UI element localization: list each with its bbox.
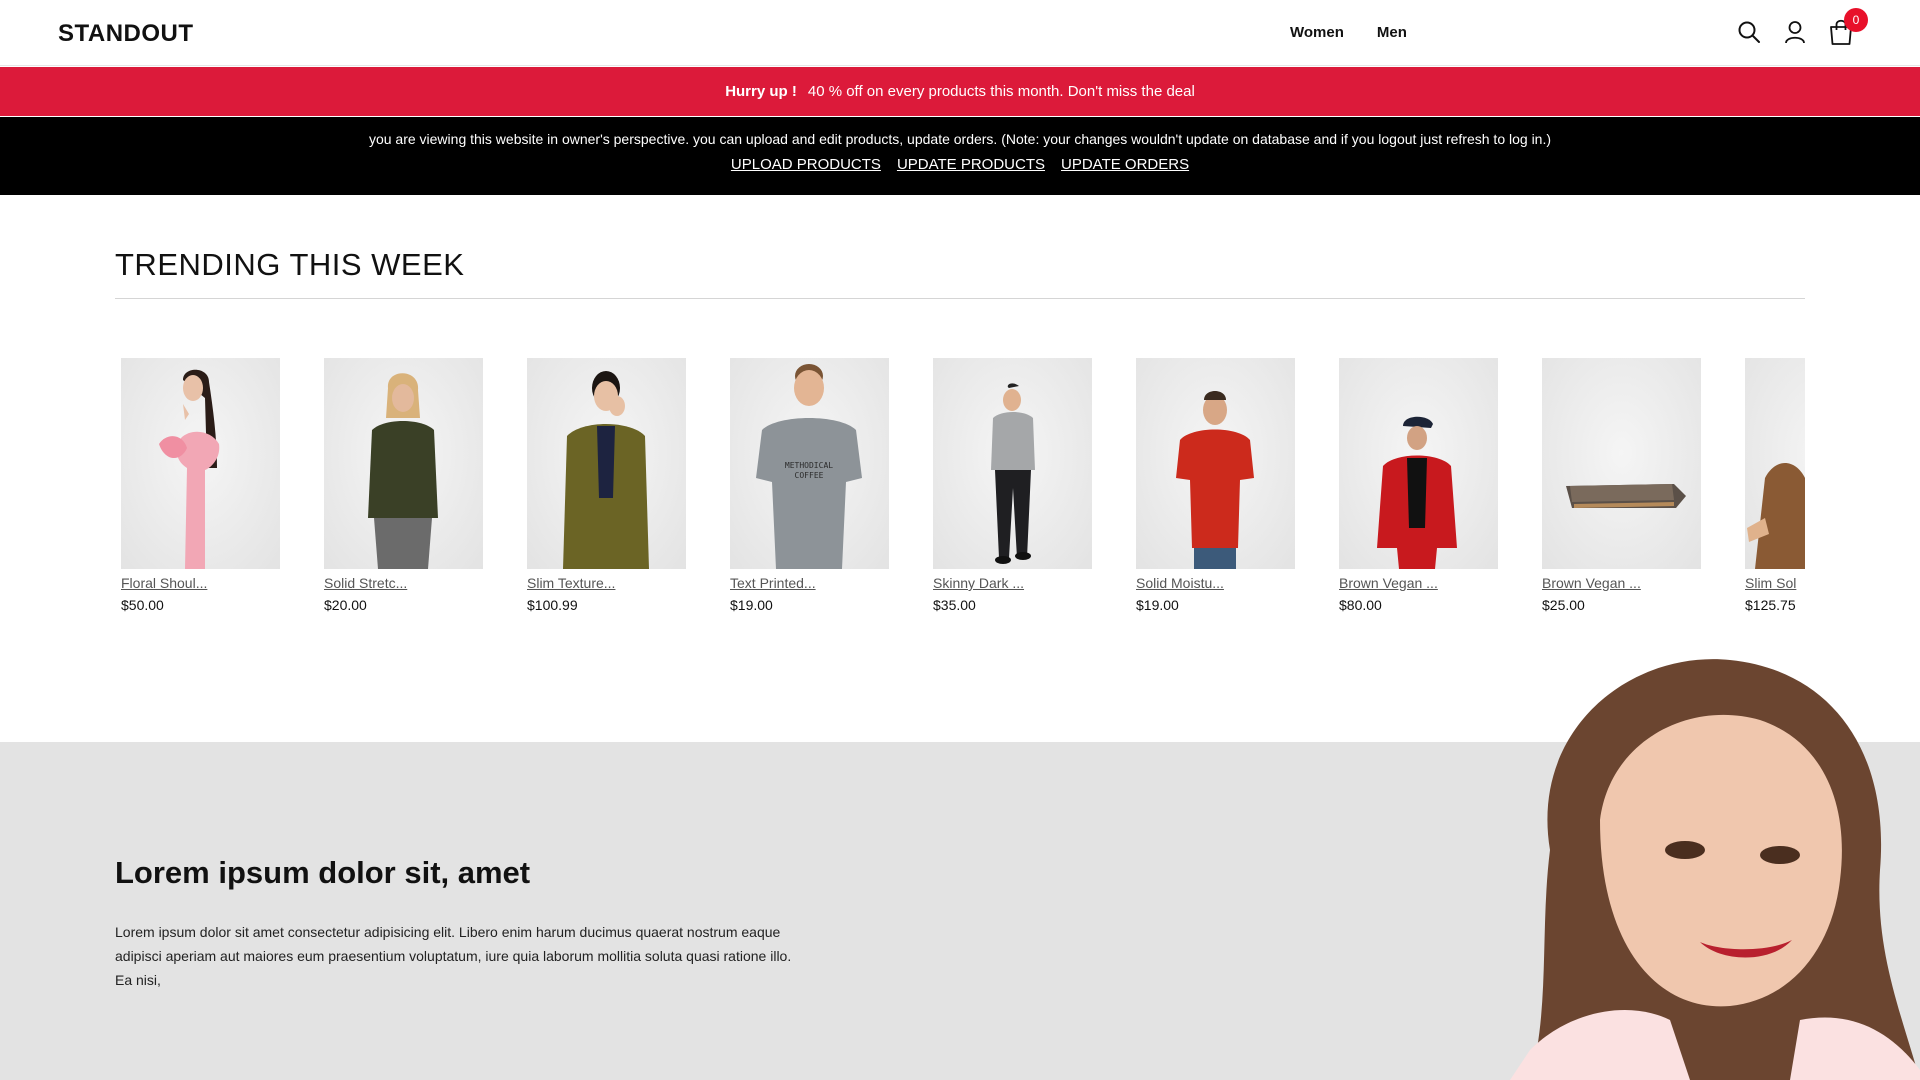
upload-products-link[interactable]: UPLOAD PRODUCTS xyxy=(731,156,881,173)
product-card[interactable]: Slim Sol $125.75 xyxy=(1745,358,1805,613)
product-image[interactable]: METHODICAL COFFEE xyxy=(730,358,889,569)
product-name[interactable]: Skinny Dark ... xyxy=(933,575,1092,591)
product-card[interactable]: Brown Vegan ... $80.00 xyxy=(1339,358,1498,613)
owner-note: you are viewing this website in owner's … xyxy=(368,131,1552,147)
product-name[interactable]: Brown Vegan ... xyxy=(1339,575,1498,591)
hero-text: Lorem ipsum dolor sit amet consectetur a… xyxy=(115,924,792,988)
promo-hurry: Hurry up ! xyxy=(725,83,797,100)
nav-men[interactable]: Men xyxy=(1377,24,1407,41)
product-price: $20.00 xyxy=(324,597,367,613)
product-name[interactable]: Brown Vegan ... xyxy=(1542,575,1701,591)
main-nav: Women Men xyxy=(1290,24,1407,41)
product-image[interactable] xyxy=(121,358,280,569)
product-name[interactable]: Slim Texture... xyxy=(527,575,686,591)
product-name[interactable]: Slim Sol xyxy=(1745,575,1805,591)
product-name[interactable]: Floral Shoul... xyxy=(121,575,280,591)
update-products-link[interactable]: UPDATE PRODUCTS xyxy=(897,156,1045,173)
hero-title: Lorem ipsum dolor sit, amet xyxy=(115,855,531,890)
product-image[interactable] xyxy=(1339,358,1498,569)
product-price: $100.99 xyxy=(527,597,578,613)
user-icon[interactable] xyxy=(1782,18,1808,46)
product-price: $50.00 xyxy=(121,597,164,613)
product-image[interactable] xyxy=(933,358,1092,569)
product-card[interactable]: Skinny Dark ... $35.00 xyxy=(933,358,1092,613)
hero-model-image xyxy=(1510,659,1920,1080)
cart-icon[interactable]: 0 xyxy=(1828,8,1868,46)
update-orders-link[interactable]: UPDATE ORDERS xyxy=(1061,156,1189,173)
product-image[interactable] xyxy=(527,358,686,569)
search-icon[interactable] xyxy=(1736,18,1762,46)
product-price: $125.75 xyxy=(1745,597,1796,613)
product-price: $35.00 xyxy=(933,597,976,613)
product-name[interactable]: Solid Moistu... xyxy=(1136,575,1295,591)
product-image[interactable] xyxy=(1745,358,1805,569)
svg-text:COFFEE: COFFEE xyxy=(795,471,824,480)
product-price: $25.00 xyxy=(1542,597,1585,613)
product-price: $19.00 xyxy=(730,597,773,613)
product-card[interactable]: Solid Stretc... $20.00 xyxy=(324,358,483,613)
product-image[interactable] xyxy=(324,358,483,569)
trending-title: TRENDING THIS WEEK xyxy=(115,247,465,282)
product-image[interactable] xyxy=(1542,358,1701,569)
owner-links: UPLOAD PRODUCTS UPDATE PRODUCTS UPDATE O… xyxy=(0,156,1920,173)
product-card[interactable]: Solid Moistu... $19.00 xyxy=(1136,358,1295,613)
header-icons: 0 xyxy=(1736,8,1868,46)
trending-divider xyxy=(115,298,1805,299)
owner-bar: you are viewing this website in owner's … xyxy=(0,117,1920,195)
promo-banner: Hurry up ! 40 % off on every products th… xyxy=(0,67,1920,116)
product-card[interactable]: Floral Shoul... $50.00 xyxy=(121,358,280,613)
product-price: $80.00 xyxy=(1339,597,1382,613)
svg-text:METHODICAL: METHODICAL xyxy=(785,461,833,470)
promo-text: 40 % off on every products this month. D… xyxy=(807,83,1195,100)
cart-count-badge: 0 xyxy=(1844,8,1868,32)
nav-women[interactable]: Women xyxy=(1290,24,1344,41)
product-image[interactable] xyxy=(1136,358,1295,569)
product-price: $19.00 xyxy=(1136,597,1179,613)
product-name[interactable]: Solid Stretc... xyxy=(324,575,483,591)
product-card[interactable]: Brown Vegan ... $25.00 xyxy=(1542,358,1701,613)
site-header: STANDOUT Women Men 0 xyxy=(0,0,1920,66)
product-name[interactable]: Text Printed... xyxy=(730,575,889,591)
product-card[interactable]: METHODICAL COFFEE Text Printed... $19.00 xyxy=(730,358,889,613)
logo[interactable]: STANDOUT xyxy=(58,20,194,48)
trending-carousel[interactable]: Floral Shoul... $50.00 Solid Stretc... $… xyxy=(115,358,1805,618)
product-card[interactable]: Slim Texture... $100.99 xyxy=(527,358,686,613)
